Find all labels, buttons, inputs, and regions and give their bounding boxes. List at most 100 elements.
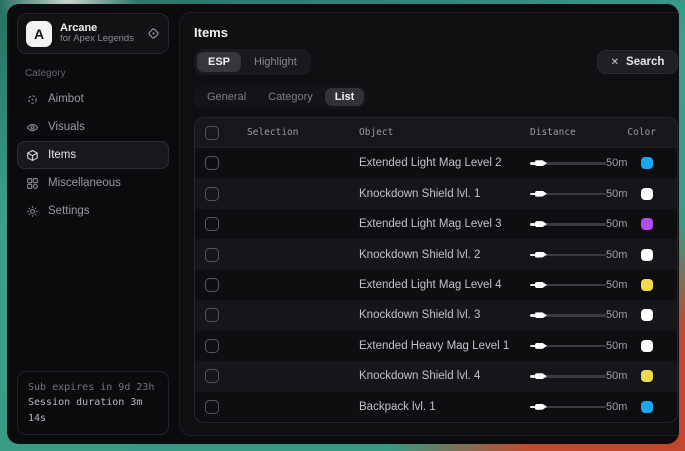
row-checkbox[interactable]: [205, 156, 219, 170]
box-icon: [26, 149, 39, 162]
table-row: Knockdown Shield lvl. 3 50m: [195, 300, 677, 330]
sidebar-item-aimbot[interactable]: Aimbot: [17, 85, 169, 113]
slider-thumb[interactable]: [535, 191, 547, 197]
row-object-label: Extended Heavy Mag Level 1: [359, 340, 530, 352]
table-row: Extended Light Mag Level 3 50m: [195, 209, 677, 239]
distance-slider[interactable]: [530, 279, 606, 291]
row-distance-cell: 50m: [530, 309, 627, 321]
sidebar: A Arcane for Apex Legends Category Aimbo…: [7, 4, 179, 444]
slider-thumb[interactable]: [535, 160, 547, 166]
row-distance-cell: 50m: [530, 279, 627, 291]
view-tab-general[interactable]: General: [197, 88, 256, 106]
color-swatch[interactable]: [641, 309, 653, 321]
distance-value: 50m: [606, 370, 627, 382]
distance-slider[interactable]: [530, 309, 606, 321]
mode-tab-highlight[interactable]: Highlight: [243, 52, 308, 72]
column-header-distance: Distance: [530, 127, 627, 138]
row-object-label: Extended Light Mag Level 3: [359, 218, 530, 230]
view-tab-list[interactable]: List: [325, 88, 365, 106]
row-checkbox[interactable]: [205, 278, 219, 292]
distance-slider[interactable]: [530, 249, 606, 261]
sidebar-item-miscellaneous[interactable]: Miscellaneous: [17, 169, 169, 197]
distance-slider[interactable]: [530, 188, 606, 200]
distance-value: 50m: [606, 249, 627, 261]
row-checkbox[interactable]: [205, 187, 219, 201]
slider-thumb[interactable]: [535, 221, 547, 227]
view-tabs: GeneralCategoryList: [194, 85, 367, 109]
subscription-status: Sub expires in 9d 23h: [28, 380, 158, 396]
distance-value: 50m: [606, 401, 627, 413]
distance-value: 50m: [606, 188, 627, 200]
color-swatch[interactable]: [641, 218, 653, 230]
color-swatch[interactable]: [641, 188, 653, 200]
table-row: Extended Light Mag Level 2 50m: [195, 148, 677, 178]
row-object-label: Knockdown Shield lvl. 2: [359, 249, 530, 261]
row-distance-cell: 50m: [530, 370, 627, 382]
app-window: A Arcane for Apex Legends Category Aimbo…: [7, 4, 679, 444]
slider-thumb[interactable]: [535, 373, 547, 379]
row-object-label: Knockdown Shield lvl. 4: [359, 370, 530, 382]
distance-slider[interactable]: [530, 340, 606, 352]
column-header-object: Object: [359, 127, 530, 138]
distance-slider[interactable]: [530, 218, 606, 230]
session-box: Sub expires in 9d 23h Session duration 3…: [17, 371, 169, 436]
row-checkbox[interactable]: [205, 217, 219, 231]
column-header-color: Color: [627, 127, 667, 138]
mode-tab-esp[interactable]: ESP: [197, 52, 241, 72]
search-button[interactable]: ✕ Search: [597, 50, 679, 74]
distance-slider[interactable]: [530, 401, 606, 413]
table-row: Knockdown Shield lvl. 2 50m: [195, 239, 677, 269]
row-object-label: Extended Light Mag Level 4: [359, 279, 530, 291]
color-swatch[interactable]: [641, 340, 653, 352]
row-checkbox[interactable]: [205, 248, 219, 262]
color-swatch[interactable]: [641, 370, 653, 382]
row-checkbox[interactable]: [205, 400, 219, 414]
row-checkbox[interactable]: [205, 339, 219, 353]
color-swatch[interactable]: [641, 401, 653, 413]
row-object-label: Knockdown Shield lvl. 3: [359, 309, 530, 321]
row-checkbox[interactable]: [205, 369, 219, 383]
session-duration: Session duration 3m 14s: [28, 395, 158, 426]
view-tab-category[interactable]: Category: [258, 88, 323, 106]
color-swatch[interactable]: [641, 279, 653, 291]
sidebar-spacer: [17, 225, 169, 371]
sidebar-item-visuals[interactable]: Visuals: [17, 113, 169, 141]
table-row: Extended Heavy Mag Level 1 50m: [195, 331, 677, 361]
x-icon: ✕: [611, 57, 619, 68]
column-header-selection: Selection: [247, 127, 359, 138]
slider-thumb[interactable]: [535, 404, 547, 410]
row-object-label: Knockdown Shield lvl. 1: [359, 188, 530, 200]
app-title-block: Arcane for Apex Legends: [60, 22, 139, 46]
color-swatch[interactable]: [641, 249, 653, 261]
row-object-label: Backpack lvl. 1: [359, 401, 530, 413]
slider-thumb[interactable]: [535, 282, 547, 288]
items-table: Selection Object Distance Color Extended…: [194, 117, 678, 423]
row-distance-cell: 50m: [530, 401, 627, 413]
distance-value: 50m: [606, 279, 627, 291]
main-panel: Items ESPHighlight ✕ Search GeneralCateg…: [179, 12, 679, 436]
slider-thumb[interactable]: [535, 343, 547, 349]
row-distance-cell: 50m: [530, 188, 627, 200]
distance-slider[interactable]: [530, 157, 606, 169]
row-distance-cell: 50m: [530, 249, 627, 261]
mode-tabs: ESPHighlight: [194, 49, 311, 75]
color-swatch[interactable]: [641, 157, 653, 169]
distance-value: 50m: [606, 157, 627, 169]
row-checkbox[interactable]: [205, 308, 219, 322]
search-button-label: Search: [626, 56, 664, 68]
table-row: Knockdown Shield lvl. 1 50m: [195, 178, 677, 208]
distance-value: 50m: [606, 309, 627, 321]
row-object-label: Extended Light Mag Level 2: [359, 157, 530, 169]
distance-value: 50m: [606, 218, 627, 230]
app-subtitle: for Apex Legends: [60, 34, 139, 45]
slider-thumb[interactable]: [535, 252, 547, 258]
distance-slider[interactable]: [530, 370, 606, 382]
gem-icon[interactable]: [147, 27, 160, 40]
sidebar-item-label: Visuals: [48, 121, 85, 133]
select-all-checkbox[interactable]: [205, 126, 219, 140]
slider-thumb[interactable]: [535, 312, 547, 318]
page-title: Items: [194, 25, 678, 40]
sidebar-item-label: Miscellaneous: [48, 177, 121, 189]
sidebar-item-settings[interactable]: Settings: [17, 197, 169, 225]
sidebar-item-items[interactable]: Items: [17, 141, 169, 169]
